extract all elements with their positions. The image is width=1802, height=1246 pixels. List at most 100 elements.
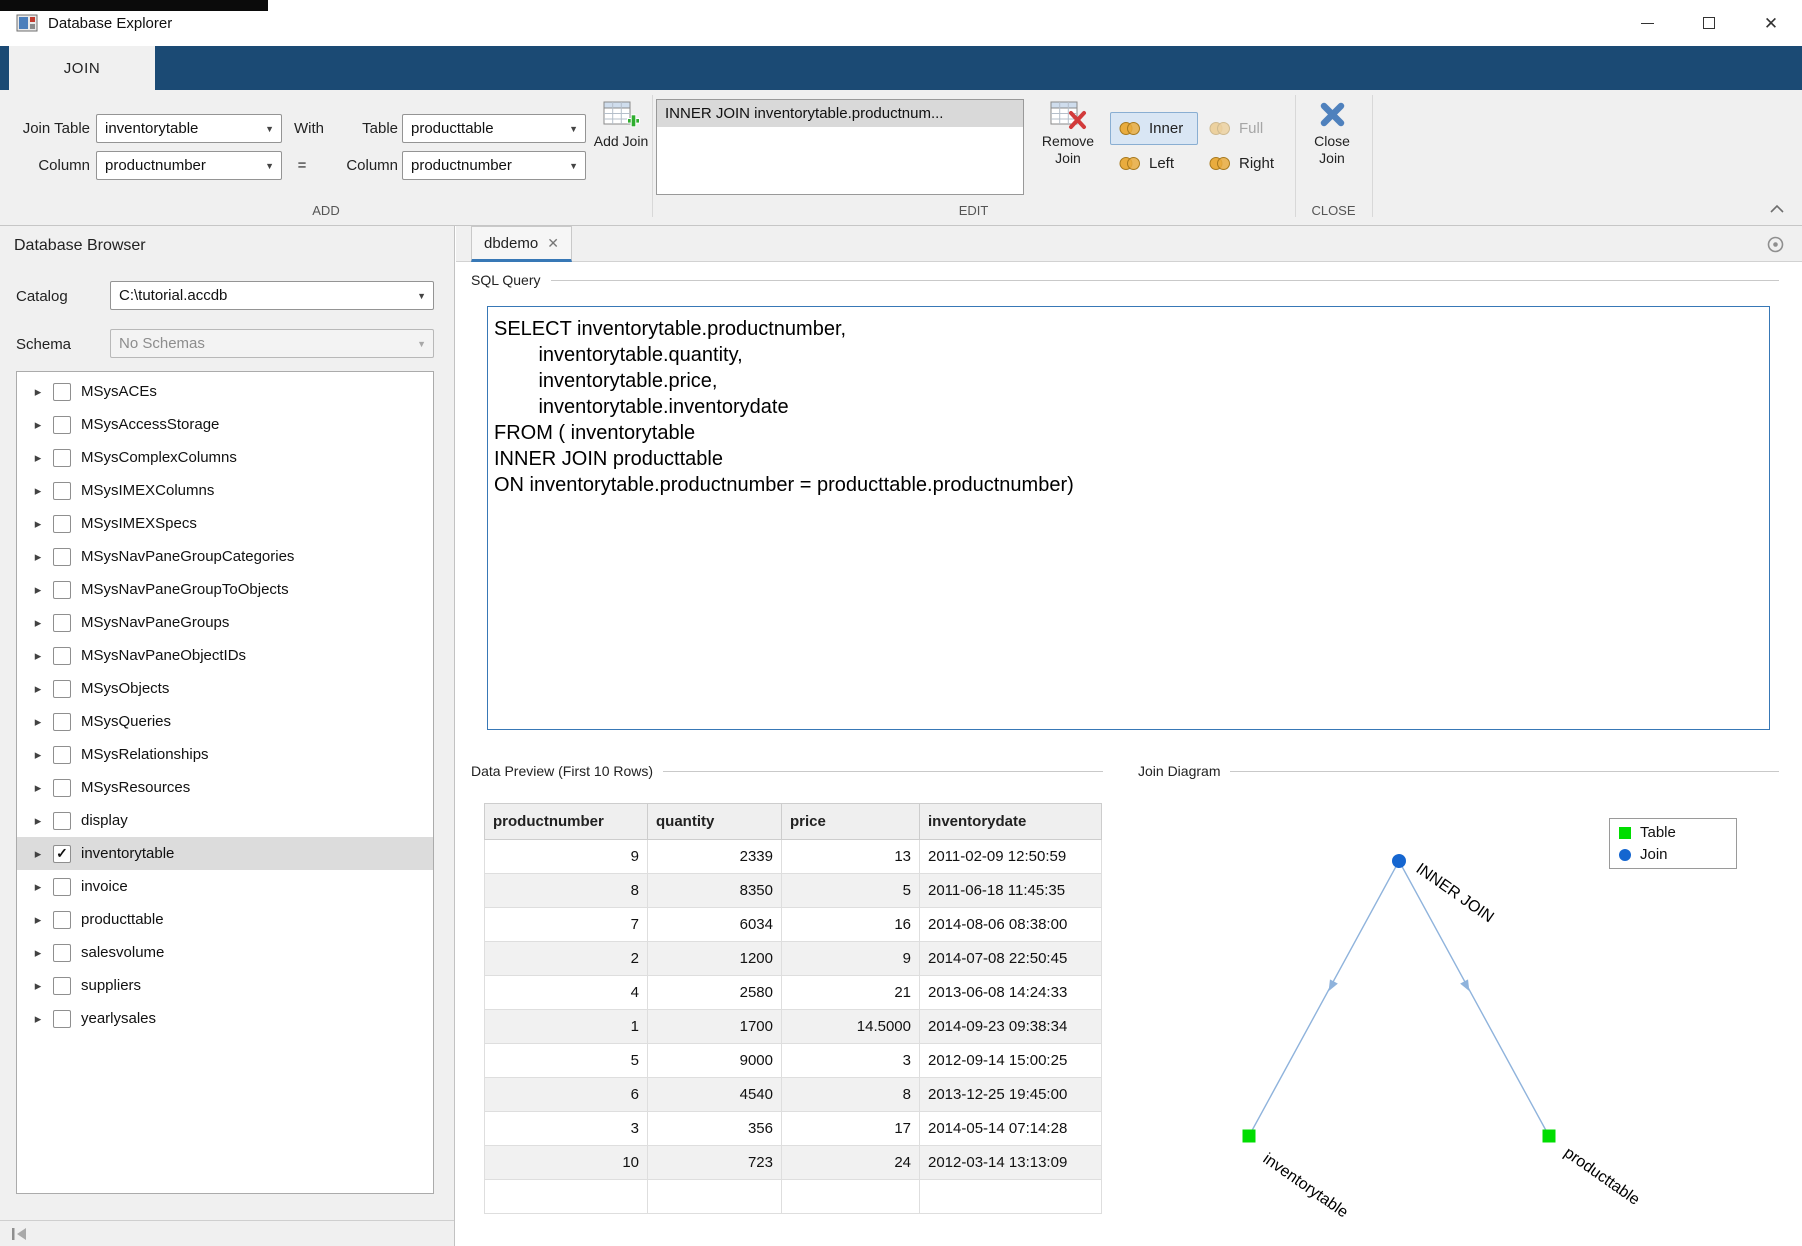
- cell[interactable]: 4: [485, 976, 648, 1010]
- expand-arrow-icon[interactable]: ▸: [23, 846, 53, 862]
- cell[interactable]: 2339: [648, 840, 782, 874]
- cell[interactable]: 1200: [648, 942, 782, 976]
- table-row[interactable]: 6454082013-12-25 19:45:00: [485, 1078, 1102, 1112]
- schema-dropdown[interactable]: No Schemas▼: [110, 329, 434, 358]
- tree-item-MSysAccessStorage[interactable]: ▸MSysAccessStorage: [17, 408, 433, 441]
- cell[interactable]: 6: [485, 1078, 648, 1112]
- tree-item-MSysNavPaneGroupCategories[interactable]: ▸MSysNavPaneGroupCategories: [17, 540, 433, 573]
- cell[interactable]: 2011-02-09 12:50:59: [920, 840, 1102, 874]
- expand-arrow-icon[interactable]: ▸: [23, 450, 53, 466]
- expand-arrow-icon[interactable]: ▸: [23, 582, 53, 598]
- collapse-panel-icon[interactable]: [10, 1227, 28, 1241]
- table-row[interactable]: 42580212013-06-08 14:24:33: [485, 976, 1102, 1010]
- expand-arrow-icon[interactable]: ▸: [23, 813, 53, 829]
- table-checkbox[interactable]: [53, 812, 71, 830]
- empty-cell[interactable]: [648, 1180, 782, 1214]
- cell[interactable]: 16: [782, 908, 920, 942]
- tab-dbdemo[interactable]: dbdemo ✕: [471, 226, 572, 262]
- table-checkbox[interactable]: [53, 680, 71, 698]
- expand-arrow-icon[interactable]: ▸: [23, 1011, 53, 1027]
- table-checkbox[interactable]: ✓: [53, 845, 71, 863]
- cell[interactable]: 2011-06-18 11:45:35: [920, 874, 1102, 908]
- table-node-producttable[interactable]: [1543, 1130, 1556, 1143]
- cell[interactable]: 2013-06-08 14:24:33: [920, 976, 1102, 1010]
- cell[interactable]: 10: [485, 1146, 648, 1180]
- table-checkbox[interactable]: [53, 614, 71, 632]
- tree-item-MSysIMEXColumns[interactable]: ▸MSysIMEXColumns: [17, 474, 433, 507]
- join-list[interactable]: INNER JOIN inventorytable.productnum...: [656, 99, 1024, 195]
- cell[interactable]: 2012-09-14 15:00:25: [920, 1044, 1102, 1078]
- table-checkbox[interactable]: [53, 383, 71, 401]
- maximize-button[interactable]: [1678, 0, 1740, 46]
- expand-arrow-icon[interactable]: ▸: [23, 648, 53, 664]
- table-row[interactable]: 10723242012-03-14 13:13:09: [485, 1146, 1102, 1180]
- dock-control-icon[interactable]: [1767, 236, 1784, 253]
- table-checkbox[interactable]: [53, 581, 71, 599]
- empty-cell[interactable]: [782, 1180, 920, 1214]
- cell[interactable]: 2014-07-08 22:50:45: [920, 942, 1102, 976]
- expand-arrow-icon[interactable]: ▸: [23, 483, 53, 499]
- cell[interactable]: 2014-05-14 07:14:28: [920, 1112, 1102, 1146]
- table-checkbox[interactable]: [53, 779, 71, 797]
- join-type-inner[interactable]: Inner: [1110, 112, 1198, 145]
- cell[interactable]: 3: [782, 1044, 920, 1078]
- join-table-dropdown[interactable]: inventorytable▼: [96, 114, 282, 143]
- remove-join-button[interactable]: Remove Join: [1034, 100, 1102, 167]
- cell[interactable]: 13: [782, 840, 920, 874]
- cell[interactable]: 2013-12-25 19:45:00: [920, 1078, 1102, 1112]
- expand-arrow-icon[interactable]: ▸: [23, 912, 53, 928]
- table-checkbox[interactable]: [53, 482, 71, 500]
- column-header-price[interactable]: price: [782, 804, 920, 840]
- tree-item-invoice[interactable]: ▸invoice: [17, 870, 433, 903]
- cell[interactable]: 1: [485, 1010, 648, 1044]
- table-checkbox[interactable]: [53, 911, 71, 929]
- table-checkbox[interactable]: [53, 647, 71, 665]
- expand-arrow-icon[interactable]: ▸: [23, 615, 53, 631]
- tree-item-MSysNavPaneObjectIDs[interactable]: ▸MSysNavPaneObjectIDs: [17, 639, 433, 672]
- cell[interactable]: 8350: [648, 874, 782, 908]
- tree-item-producttable[interactable]: ▸producttable: [17, 903, 433, 936]
- tree-item-suppliers[interactable]: ▸suppliers: [17, 969, 433, 1002]
- table-checkbox[interactable]: [53, 944, 71, 962]
- column-left-dropdown[interactable]: productnumber▼: [96, 151, 282, 180]
- tree-item-salesvolume[interactable]: ▸salesvolume: [17, 936, 433, 969]
- cell[interactable]: 9: [782, 942, 920, 976]
- cell[interactable]: 8: [485, 874, 648, 908]
- cell[interactable]: 1700: [648, 1010, 782, 1044]
- column-header-inventorydate[interactable]: inventorydate: [920, 804, 1102, 840]
- cell[interactable]: 2: [485, 942, 648, 976]
- column-header-productnumber[interactable]: productnumber: [485, 804, 648, 840]
- table-row[interactable]: 2120092014-07-08 22:50:45: [485, 942, 1102, 976]
- join-type-full[interactable]: Full: [1200, 112, 1288, 145]
- catalog-dropdown[interactable]: C:\tutorial.accdb▼: [110, 281, 434, 310]
- tree-item-MSysIMEXSpecs[interactable]: ▸MSysIMEXSpecs: [17, 507, 433, 540]
- cell[interactable]: 7: [485, 908, 648, 942]
- table-checkbox[interactable]: [53, 548, 71, 566]
- tree-item-MSysObjects[interactable]: ▸MSysObjects: [17, 672, 433, 705]
- cell[interactable]: 2014-08-06 08:38:00: [920, 908, 1102, 942]
- add-join-button[interactable]: Add Join: [592, 100, 650, 150]
- tree-item-inventorytable[interactable]: ▸✓inventorytable: [17, 837, 433, 870]
- collapse-ribbon-icon[interactable]: [1768, 202, 1786, 215]
- table-checkbox[interactable]: [53, 746, 71, 764]
- table-row[interactable]: 92339132011-02-09 12:50:59: [485, 840, 1102, 874]
- expand-arrow-icon[interactable]: ▸: [23, 549, 53, 565]
- cell[interactable]: 8: [782, 1078, 920, 1112]
- cell[interactable]: 3: [485, 1112, 648, 1146]
- cell[interactable]: 9000: [648, 1044, 782, 1078]
- table-node-inventorytable[interactable]: [1243, 1130, 1256, 1143]
- expand-arrow-icon[interactable]: ▸: [23, 384, 53, 400]
- column-header-quantity[interactable]: quantity: [648, 804, 782, 840]
- tree-item-MSysQueries[interactable]: ▸MSysQueries: [17, 705, 433, 738]
- cell[interactable]: 2014-09-23 09:38:34: [920, 1010, 1102, 1044]
- empty-cell[interactable]: [920, 1180, 1102, 1214]
- cell[interactable]: 21: [782, 976, 920, 1010]
- expand-arrow-icon[interactable]: ▸: [23, 681, 53, 697]
- expand-arrow-icon[interactable]: ▸: [23, 714, 53, 730]
- table-row[interactable]: 8835052011-06-18 11:45:35: [485, 874, 1102, 908]
- cell[interactable]: 9: [485, 840, 648, 874]
- cell[interactable]: 6034: [648, 908, 782, 942]
- table-checkbox[interactable]: [53, 977, 71, 995]
- empty-row[interactable]: [485, 1180, 1102, 1214]
- join-list-item[interactable]: INNER JOIN inventorytable.productnum...: [657, 100, 1023, 127]
